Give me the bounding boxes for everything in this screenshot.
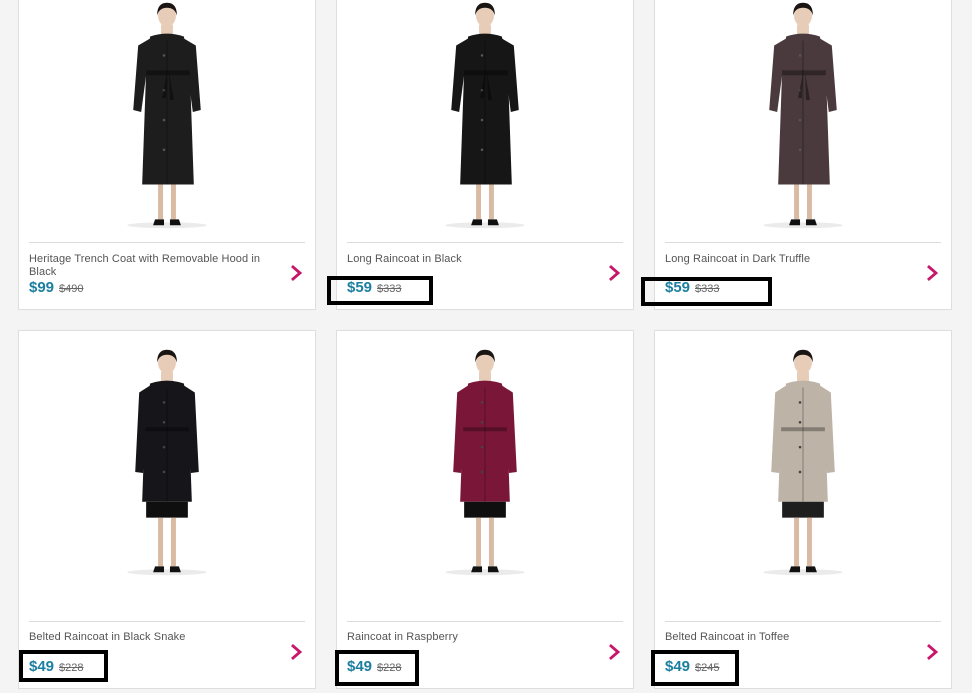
original-price: $245 bbox=[695, 662, 720, 674]
card-divider bbox=[665, 621, 941, 622]
chevron-right-icon[interactable] bbox=[925, 644, 941, 660]
product-image[interactable] bbox=[337, 347, 633, 585]
chevron-right-icon[interactable] bbox=[607, 265, 623, 281]
price-row: $59 $333 bbox=[347, 279, 402, 296]
chevron-right-icon[interactable] bbox=[289, 644, 305, 660]
card-divider bbox=[347, 242, 623, 243]
original-price: $490 bbox=[59, 283, 84, 295]
card-divider bbox=[347, 621, 623, 622]
product-card[interactable]: Long Raincoat in Dark Truffle $59 $333 bbox=[654, 0, 952, 310]
product-image[interactable] bbox=[655, 0, 951, 238]
sale-price: $49 bbox=[347, 658, 373, 675]
product-image[interactable] bbox=[337, 0, 633, 238]
product-name[interactable]: Belted Raincoat in Black Snake bbox=[29, 631, 279, 644]
sale-price: $59 bbox=[665, 279, 691, 296]
product-name[interactable]: Heritage Trench Coat with Removable Hood… bbox=[29, 253, 279, 279]
card-divider bbox=[665, 242, 941, 243]
product-card[interactable]: Raincoat in Raspberry $49 $228 bbox=[336, 330, 634, 689]
product-card[interactable]: Belted Raincoat in Toffee $49 $245 bbox=[654, 330, 952, 689]
chevron-right-icon[interactable] bbox=[607, 644, 623, 660]
card-divider bbox=[29, 242, 305, 243]
price-row: $49 $228 bbox=[29, 658, 84, 675]
product-image[interactable] bbox=[655, 347, 951, 585]
chevron-right-icon[interactable] bbox=[925, 265, 941, 281]
product-name[interactable]: Belted Raincoat in Toffee bbox=[665, 631, 915, 644]
product-card[interactable]: Heritage Trench Coat with Removable Hood… bbox=[18, 0, 316, 310]
chevron-right-icon[interactable] bbox=[289, 265, 305, 281]
product-image[interactable] bbox=[19, 0, 315, 238]
sale-price: $99 bbox=[29, 279, 55, 296]
product-name[interactable]: Long Raincoat in Dark Truffle bbox=[665, 253, 915, 266]
price-row: $49 $228 bbox=[347, 658, 402, 675]
product-name[interactable]: Long Raincoat in Black bbox=[347, 253, 597, 266]
original-price: $228 bbox=[59, 662, 84, 674]
original-price: $333 bbox=[695, 283, 720, 295]
product-grid: Heritage Trench Coat with Removable Hood… bbox=[0, 0, 972, 693]
price-row: $59 $333 bbox=[665, 279, 720, 296]
product-card[interactable]: Long Raincoat in Black $59 $333 bbox=[336, 0, 634, 310]
price-row: $49 $245 bbox=[665, 658, 720, 675]
original-price: $333 bbox=[377, 283, 402, 295]
product-name[interactable]: Raincoat in Raspberry bbox=[347, 631, 597, 644]
sale-price: $59 bbox=[347, 279, 373, 296]
sale-price: $49 bbox=[665, 658, 691, 675]
original-price: $228 bbox=[377, 662, 402, 674]
product-card[interactable]: Belted Raincoat in Black Snake $49 $228 bbox=[18, 330, 316, 689]
sale-price: $49 bbox=[29, 658, 55, 675]
card-divider bbox=[29, 621, 305, 622]
price-row: $99 $490 bbox=[29, 279, 84, 296]
product-image[interactable] bbox=[19, 347, 315, 585]
